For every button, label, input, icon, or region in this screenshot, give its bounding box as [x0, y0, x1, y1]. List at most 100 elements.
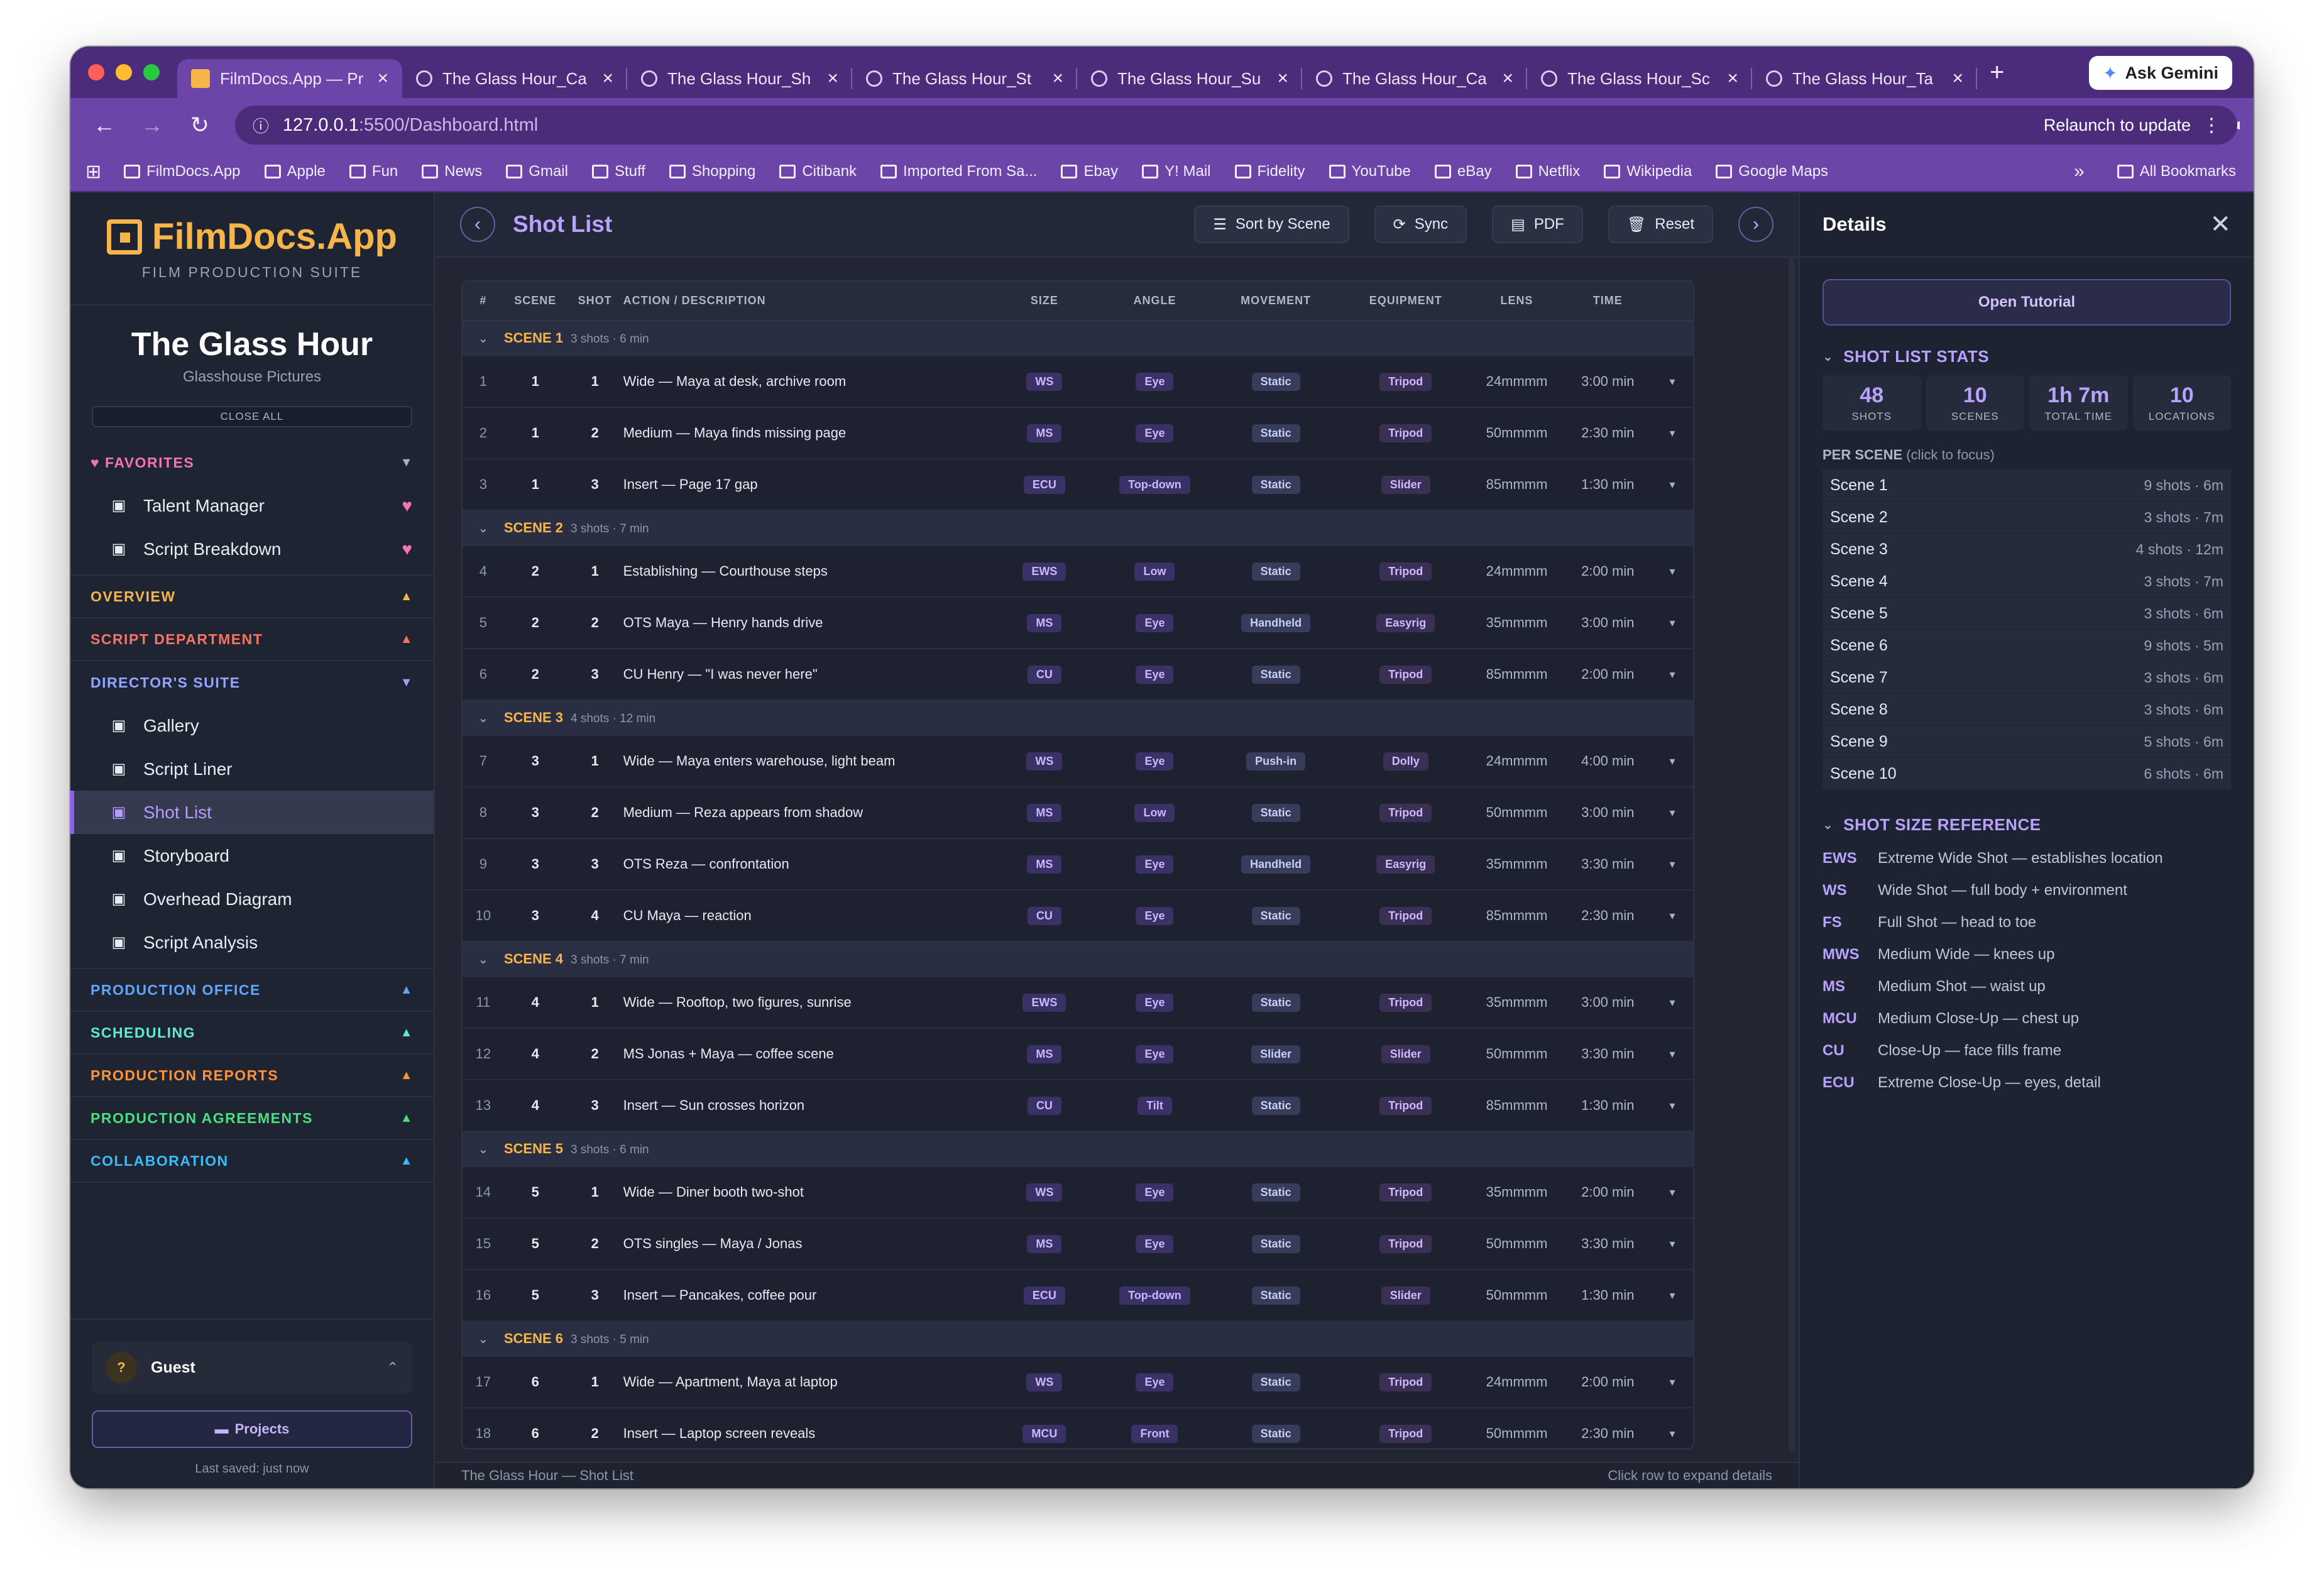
reset-button[interactable]: 🗑 Reset [1608, 206, 1713, 243]
ask-gemini-button[interactable]: ✦ Ask Gemini [2088, 56, 2232, 90]
browser-tab[interactable]: The Glass Hour_Sh × [627, 59, 852, 98]
bookmark-item[interactable]: News [422, 163, 482, 180]
open-tutorial-button[interactable]: Open Tutorial [1822, 279, 2231, 326]
table-row[interactable]: 18 6 2 Insert — Laptop screen reveals MCU Fro… [463, 1408, 1693, 1448]
bookmark-item[interactable]: Wikipedia [1604, 163, 1692, 180]
table-row[interactable]: 15 5 2 OTS singles — Maya / Jonas MS Eye Stati… [463, 1218, 1693, 1270]
table-row[interactable]: 8 3 2 Medium — Reza appears from shadow MS Lo… [463, 787, 1693, 839]
favorite-item[interactable]: ▣ Talent Manager ♥ [70, 484, 434, 527]
per-scene-row[interactable]: Scene 10 6 shots · 6m [1822, 758, 2231, 790]
browser-tab[interactable]: The Glass Hour_Su × [1077, 59, 1302, 98]
brand-logo[interactable]: FilmDocs.App [107, 216, 397, 258]
sidebar-item-gallery[interactable]: ▣ Gallery [70, 704, 434, 747]
browser-tab[interactable]: The Glass Hour_Ca × [1302, 59, 1527, 98]
section-collaboration[interactable]: COLLABORATION ▲ [70, 1140, 434, 1183]
scrollbar[interactable] [1789, 258, 1795, 1452]
bookmark-overflow-icon[interactable]: » [2074, 161, 2085, 182]
table-row[interactable]: 5 2 2 OTS Maya — Henry hands drive MS Eye Hand… [463, 597, 1693, 649]
expand-row-button[interactable]: ▾ [1652, 546, 1693, 598]
close-tab-icon[interactable]: × [1052, 68, 1063, 89]
column-header[interactable]: ANGLE [1099, 282, 1210, 321]
expand-row-button[interactable]: ▾ [1652, 649, 1693, 701]
browser-tab[interactable]: The Glass Hour_Sc × [1527, 59, 1752, 98]
address-bar[interactable]: ⓘ 127.0.0.1 :5500/Dashboard.html ☆ [234, 106, 2113, 145]
table-row[interactable]: 1 1 1 Wide — Maya at desk, archive room WS Ey… [463, 356, 1693, 408]
column-header[interactable]: EQUIPMENT [1341, 282, 1470, 321]
browser-tab[interactable]: The Glass Hour_St × [852, 59, 1077, 98]
bookmark-item[interactable]: YouTube [1329, 163, 1411, 180]
bookmark-item[interactable]: Imported From Sa... [880, 163, 1037, 180]
expand-row-button[interactable]: ▾ [1652, 838, 1693, 891]
section-scheduling[interactable]: SCHEDULING ▲ [70, 1012, 434, 1055]
chevron-right-icon[interactable]: › [1738, 207, 1773, 242]
section-production-office[interactable]: PRODUCTION OFFICE ▲ [70, 969, 434, 1012]
bookmark-item[interactable]: Shopping [669, 163, 755, 180]
reload-icon[interactable]: ↻ [186, 112, 214, 138]
browser-tab[interactable]: FilmDocs.App — Pr × [177, 59, 402, 98]
table-row[interactable]: 4 2 1 Establishing — Courthouse steps EWS Low… [463, 546, 1693, 598]
close-tab-icon[interactable]: × [1277, 68, 1288, 89]
projects-button[interactable]: ▬ Projects [92, 1410, 412, 1448]
column-header[interactable]: SHOT [566, 282, 623, 321]
new-tab-button[interactable]: + [1990, 58, 2004, 87]
per-scene-row[interactable]: Scene 9 5 shots · 6m [1822, 726, 2231, 758]
scene-toggle[interactable]: ⌄ [463, 700, 504, 736]
table-row[interactable]: 6 2 3 CU Henry — "I was never here" CU Eye Sta… [463, 649, 1693, 701]
per-scene-row[interactable]: Scene 3 4 shots · 12m [1822, 534, 2231, 566]
sidebar-item-overhead-diagram[interactable]: ▣ Overhead Diagram [70, 877, 434, 921]
scene-toggle[interactable]: ⌄ [463, 1131, 504, 1167]
table-row[interactable]: 12 4 2 MS Jonas + Maya — coffee scene MS Eye S… [463, 1028, 1693, 1080]
close-tab-icon[interactable]: × [827, 68, 838, 89]
column-header[interactable]: # [463, 282, 504, 321]
forward-arrow-icon[interactable]: → [138, 112, 166, 138]
scene-group-header[interactable]: ⌄ SCENE 2 3 shots · 7 min [463, 510, 1693, 546]
sort-by-scene-button[interactable]: ☰ Sort by Scene [1194, 206, 1349, 243]
sync-button[interactable]: ⟳ Sync [1374, 206, 1467, 243]
close-window-button[interactable] [88, 64, 104, 80]
user-menu[interactable]: ? Guest ⌃ [92, 1341, 412, 1394]
scene-group-header[interactable]: ⌄ SCENE 5 3 shots · 6 min [463, 1131, 1693, 1167]
column-header[interactable]: TIME [1564, 282, 1652, 321]
table-row[interactable]: 9 3 3 OTS Reza — confrontation MS Eye Handheld… [463, 838, 1693, 891]
table-row[interactable]: 2 1 2 Medium — Maya finds missing page MS Eye… [463, 407, 1693, 459]
maximize-window-button[interactable] [143, 64, 160, 80]
table-row[interactable]: 14 5 1 Wide — Diner booth two-shot WS Eye Stat… [463, 1166, 1693, 1219]
heart-icon[interactable]: ♥ [402, 496, 412, 516]
scene-group-header[interactable]: ⌄ SCENE 3 4 shots · 12 min [463, 700, 1693, 736]
sidebar-item-script-liner[interactable]: ▣ Script Liner [70, 747, 434, 791]
sidebar-item-storyboard[interactable]: ▣ Storyboard [70, 834, 434, 877]
sidebar-item-shot-list[interactable]: ▣ Shot List [70, 791, 434, 834]
bookmark-item[interactable]: Citibank [779, 163, 857, 180]
table-row[interactable]: 3 1 3 Insert — Page 17 gap ECU Top-down Static… [463, 459, 1693, 511]
column-header[interactable]: LENS [1469, 282, 1564, 321]
close-tab-icon[interactable]: × [377, 68, 388, 89]
bookmark-item[interactable]: Apple [264, 163, 326, 180]
minimize-window-button[interactable] [116, 64, 132, 80]
expand-row-button[interactable]: ▾ [1652, 1218, 1693, 1270]
expand-row-button[interactable]: ▾ [1652, 356, 1693, 408]
section-production-reports[interactable]: PRODUCTION REPORTS ▲ [70, 1055, 434, 1097]
section-favorites[interactable]: ♥ FAVORITES ▼ [70, 441, 434, 484]
bookmark-item[interactable]: Netflix [1515, 163, 1580, 180]
reference-section-toggle[interactable]: ⌄ SHOT SIZE REFERENCE [1822, 815, 2231, 835]
scene-group-header[interactable]: ⌄ SCENE 6 3 shots · 5 min [463, 1321, 1693, 1357]
per-scene-row[interactable]: Scene 4 3 shots · 7m [1822, 566, 2231, 598]
expand-row-button[interactable]: ▾ [1652, 735, 1693, 787]
close-tab-icon[interactable]: × [1727, 68, 1738, 89]
browser-tab[interactable]: The Glass Hour_Ta × [1752, 59, 1977, 98]
table-row[interactable]: 7 3 1 Wide — Maya enters warehouse, light b… [463, 735, 1693, 787]
bookmark-item[interactable]: Fun [349, 163, 398, 180]
favorite-item[interactable]: ▣ Script Breakdown ♥ [70, 527, 434, 571]
close-tab-icon[interactable]: × [602, 68, 613, 89]
scene-group-header[interactable]: ⌄ SCENE 1 3 shots · 6 min [463, 321, 1693, 356]
table-row[interactable]: 16 5 3 Insert — Pancakes, coffee pour ECU Top… [463, 1270, 1693, 1322]
site-info-icon[interactable]: ⓘ [253, 114, 269, 137]
bookmark-item[interactable]: Google Maps [1716, 163, 1828, 180]
column-header[interactable]: ACTION / DESCRIPTION [623, 282, 990, 321]
bookmark-item[interactable]: FilmDocs.App [124, 163, 241, 180]
bookmark-item[interactable]: Fidelity [1234, 163, 1305, 180]
chevron-left-icon[interactable]: ‹ [460, 207, 495, 242]
apps-grid-icon[interactable]: ⊞ [85, 161, 101, 183]
relaunch-button[interactable]: Relaunch to update ⋮ [2027, 106, 2237, 145]
per-scene-row[interactable]: Scene 7 3 shots · 6m [1822, 662, 2231, 694]
